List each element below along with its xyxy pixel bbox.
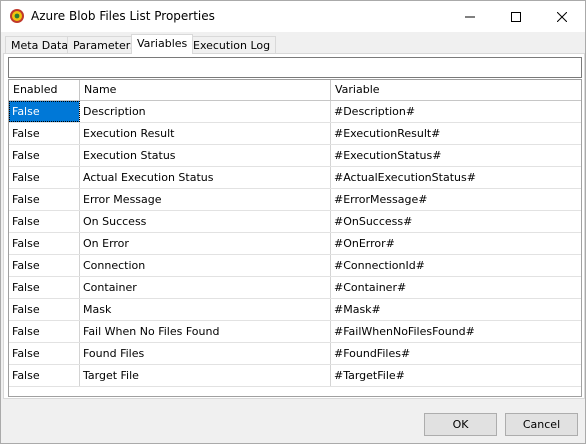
enabled-cell[interactable]: False — [9, 365, 80, 386]
column-header-variable[interactable]: Variable — [331, 80, 581, 100]
name-cell[interactable]: Connection — [80, 255, 331, 276]
enabled-cell[interactable]: False — [9, 299, 80, 320]
table-row[interactable]: False On Success #OnSuccess# — [9, 211, 581, 233]
enabled-cell[interactable]: False — [9, 255, 80, 276]
name-cell[interactable]: On Error — [80, 233, 331, 254]
enabled-cell[interactable]: False — [9, 343, 80, 364]
enabled-cell[interactable]: False — [9, 189, 80, 210]
minimize-button[interactable] — [447, 1, 493, 32]
name-cell[interactable]: Target File — [80, 365, 331, 386]
variable-cell[interactable]: #ConnectionId# — [331, 255, 581, 276]
table-row[interactable]: False Actual Execution Status #ActualExecu… — [9, 167, 581, 189]
tab-execution-log[interactable]: Execution Log — [187, 36, 277, 54]
maximize-icon — [511, 11, 521, 22]
variable-cell[interactable]: #TargetFile# — [331, 365, 581, 386]
table-row[interactable]: False On Error #OnError# — [9, 233, 581, 255]
minimize-icon — [465, 16, 475, 17]
name-cell[interactable]: Mask — [80, 299, 331, 320]
variable-cell[interactable]: #ExecutionResult# — [331, 123, 581, 144]
enabled-cell[interactable]: False — [9, 211, 80, 232]
name-cell[interactable]: Description — [80, 101, 331, 122]
name-cell[interactable]: Error Message — [80, 189, 331, 210]
window-title: Azure Blob Files List Properties — [31, 9, 215, 23]
name-cell[interactable]: On Success — [80, 211, 331, 232]
table-row[interactable]: False Execution Result #ExecutionResult# — [9, 123, 581, 145]
enabled-cell[interactable]: False — [9, 233, 80, 254]
name-cell[interactable]: Container — [80, 277, 331, 298]
enabled-cell[interactable]: False — [9, 123, 80, 144]
name-cell[interactable]: Execution Status — [80, 145, 331, 166]
table-row[interactable]: False Container #Container# — [9, 277, 581, 299]
close-icon — [557, 11, 567, 22]
enabled-cell[interactable]: False — [9, 101, 80, 122]
close-button[interactable] — [539, 1, 585, 32]
variable-cell[interactable]: #Mask# — [331, 299, 581, 320]
table-row[interactable]: False Mask #Mask# — [9, 299, 581, 321]
table-row[interactable]: False Error Message #ErrorMessage# — [9, 189, 581, 211]
name-cell[interactable]: Found Files — [80, 343, 331, 364]
variable-cell[interactable]: #Container# — [331, 277, 581, 298]
filter-input[interactable] — [8, 57, 582, 78]
grid-header: Enabled Name Variable — [9, 80, 581, 101]
table-row[interactable]: False Execution Status #ExecutionStatus# — [9, 145, 581, 167]
name-cell[interactable]: Actual Execution Status — [80, 167, 331, 188]
title-bar: Azure Blob Files List Properties — [1, 1, 585, 32]
table-row[interactable]: False Description #Description# — [9, 101, 581, 123]
variable-cell[interactable]: #FailWhenNoFilesFound# — [331, 321, 581, 342]
variable-cell[interactable]: #ErrorMessage# — [331, 189, 581, 210]
variable-cell[interactable]: #ExecutionStatus# — [331, 145, 581, 166]
column-header-name[interactable]: Name — [80, 80, 331, 100]
table-row[interactable]: False Connection #ConnectionId# — [9, 255, 581, 277]
column-header-enabled[interactable]: Enabled — [9, 80, 80, 100]
variable-cell[interactable]: #OnError# — [331, 233, 581, 254]
variables-grid: Enabled Name Variable False Description #D… — [8, 79, 582, 397]
variable-cell[interactable]: #FoundFiles# — [331, 343, 581, 364]
name-cell[interactable]: Execution Result — [80, 123, 331, 144]
properties-dialog: Azure Blob Files List Properties Meta Da… — [0, 0, 586, 444]
enabled-cell[interactable]: False — [9, 277, 80, 298]
enabled-cell[interactable]: False — [9, 321, 80, 342]
tab-variables[interactable]: Variables — [131, 34, 194, 54]
ok-button[interactable]: OK — [424, 413, 497, 436]
variable-cell[interactable]: #ActualExecutionStatus# — [331, 167, 581, 188]
enabled-cell[interactable]: False — [9, 167, 80, 188]
enabled-cell[interactable]: False — [9, 145, 80, 166]
variable-cell[interactable]: #OnSuccess# — [331, 211, 581, 232]
variable-cell[interactable]: #Description# — [331, 101, 581, 122]
gear-shield-icon — [9, 8, 25, 24]
table-row[interactable]: False Found Files #FoundFiles# — [9, 343, 581, 365]
name-cell[interactable]: Fail When No Files Found — [80, 321, 331, 342]
table-row[interactable]: False Fail When No Files Found #FailWhenNo… — [9, 321, 581, 343]
variables-panel: Enabled Name Variable False Description #D… — [3, 53, 585, 399]
tab-meta-data[interactable]: Meta Data — [5, 36, 75, 54]
maximize-button[interactable] — [493, 1, 539, 32]
table-row[interactable]: False Target File #TargetFile# — [9, 365, 581, 387]
cancel-button[interactable]: Cancel — [505, 413, 578, 436]
